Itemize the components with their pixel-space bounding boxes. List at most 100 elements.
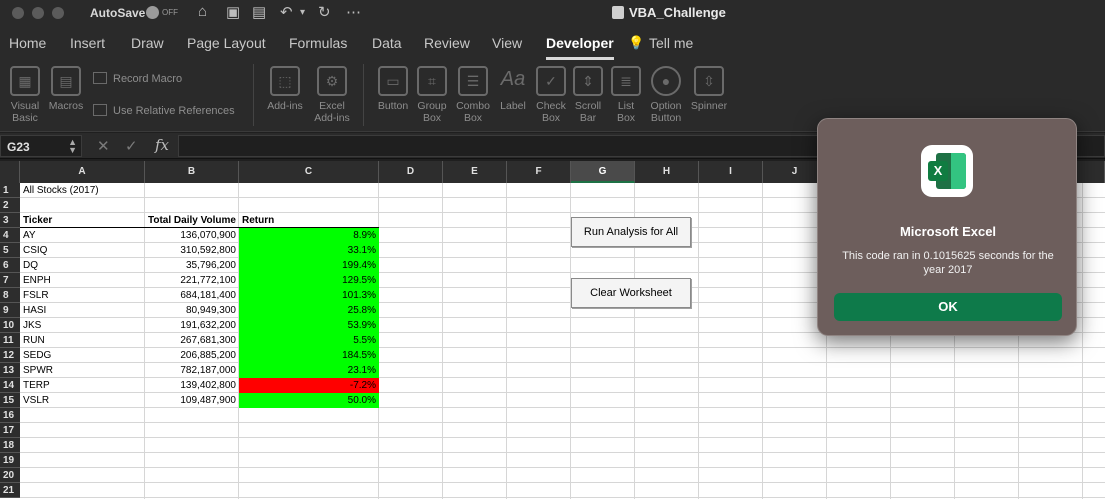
column-header-c[interactable]: C — [239, 161, 379, 183]
option-button-control[interactable]: ● Option Button — [646, 66, 686, 124]
row-header[interactable]: 19 — [0, 453, 20, 468]
row-header[interactable]: 14 — [0, 378, 20, 393]
tab-page-layout[interactable]: Page Layout — [187, 35, 266, 51]
volume-cell[interactable]: 206,885,200 — [145, 348, 239, 363]
volume-cell[interactable]: 80,949,300 — [145, 303, 239, 318]
ticker-cell[interactable]: RUN — [20, 333, 145, 348]
save-as-icon[interactable]: ▤ — [252, 3, 266, 21]
name-box[interactable]: G23 ▲ ▼ — [0, 135, 82, 157]
column-header-a[interactable]: A — [20, 161, 145, 183]
return-cell[interactable]: -7.2% — [239, 378, 379, 393]
row-header[interactable]: 6 — [0, 258, 20, 273]
return-cell[interactable]: 50.0% — [239, 393, 379, 408]
volume-cell[interactable]: 310,592,800 — [145, 243, 239, 258]
row-header[interactable]: 1 — [0, 183, 20, 198]
row-header[interactable]: 2 — [0, 198, 20, 213]
zoom-window-icon[interactable] — [52, 7, 64, 19]
autosave-toggle[interactable]: OFF — [146, 6, 180, 20]
row-header[interactable]: 5 — [0, 243, 20, 258]
add-ins-button[interactable]: ⬚ Add-ins — [263, 66, 307, 112]
tab-formulas[interactable]: Formulas — [289, 35, 347, 51]
row-header[interactable]: 18 — [0, 438, 20, 453]
return-cell[interactable]: 25.8% — [239, 303, 379, 318]
ticker-cell[interactable]: TERP — [20, 378, 145, 393]
row-header[interactable]: 11 — [0, 333, 20, 348]
volume-cell[interactable]: 191,632,200 — [145, 318, 239, 333]
return-cell[interactable]: 184.5% — [239, 348, 379, 363]
label-control[interactable]: Aa Label — [496, 66, 530, 112]
group-box-control[interactable]: ⌗ Group Box — [414, 66, 450, 124]
undo-icon[interactable]: ↶ — [280, 3, 293, 21]
header-ticker[interactable]: Ticker — [20, 213, 145, 228]
sheet-title[interactable]: All Stocks (2017) — [20, 183, 145, 198]
row-header[interactable]: 20 — [0, 468, 20, 483]
column-header-b[interactable]: B — [145, 161, 239, 183]
volume-cell[interactable]: 35,796,200 — [145, 258, 239, 273]
tab-draw[interactable]: Draw — [131, 35, 164, 51]
column-header-g[interactable]: G — [571, 161, 635, 183]
tab-home[interactable]: Home — [9, 35, 46, 51]
spinner-control[interactable]: ⇳ Spinner — [688, 66, 730, 112]
ticker-cell[interactable]: FSLR — [20, 288, 145, 303]
tab-view[interactable]: View — [492, 35, 522, 51]
ticker-cell[interactable]: SEDG — [20, 348, 145, 363]
column-header-f[interactable]: F — [507, 161, 571, 183]
ticker-cell[interactable]: SPWR — [20, 363, 145, 378]
return-cell[interactable]: 5.5% — [239, 333, 379, 348]
row-header[interactable]: 4 — [0, 228, 20, 243]
chevron-down-icon[interactable]: ▾ — [300, 7, 305, 18]
ticker-cell[interactable]: VSLR — [20, 393, 145, 408]
ticker-cell[interactable]: DQ — [20, 258, 145, 273]
tab-review[interactable]: Review — [424, 35, 470, 51]
combo-box-control[interactable]: ☰ Combo Box — [453, 66, 493, 124]
volume-cell[interactable]: 684,181,400 — [145, 288, 239, 303]
row-header[interactable]: 15 — [0, 393, 20, 408]
volume-cell[interactable]: 109,487,900 — [145, 393, 239, 408]
ticker-cell[interactable]: JKS — [20, 318, 145, 333]
return-cell[interactable]: 101.3% — [239, 288, 379, 303]
check-box-control[interactable]: ✓ Check Box — [532, 66, 570, 124]
row-header[interactable]: 21 — [0, 483, 20, 498]
tab-developer[interactable]: Developer — [546, 35, 614, 60]
run-analysis-button[interactable]: Run Analysis for All — [571, 217, 691, 247]
column-header-d[interactable]: D — [379, 161, 443, 183]
select-all-corner[interactable] — [0, 161, 20, 183]
volume-cell[interactable]: 782,187,000 — [145, 363, 239, 378]
row-header[interactable]: 13 — [0, 363, 20, 378]
ok-button[interactable]: OK — [834, 293, 1062, 321]
row-header[interactable]: 16 — [0, 408, 20, 423]
excel-add-ins-button[interactable]: ⚙ Excel Add-ins — [310, 66, 354, 124]
ticker-cell[interactable]: HASI — [20, 303, 145, 318]
return-cell[interactable]: 23.1% — [239, 363, 379, 378]
chevron-updown-icon[interactable]: ▲ ▼ — [68, 138, 77, 155]
record-macro-button[interactable]: Record Macro — [93, 72, 182, 85]
minimize-window-icon[interactable] — [32, 7, 44, 19]
redo-icon[interactable]: ↻ — [318, 3, 331, 21]
row-header[interactable]: 12 — [0, 348, 20, 363]
clear-worksheet-button[interactable]: Clear Worksheet — [571, 278, 691, 308]
tab-data[interactable]: Data — [372, 35, 402, 51]
return-cell[interactable]: 199.4% — [239, 258, 379, 273]
insert-function-icon[interactable]: fx — [155, 136, 169, 154]
row-header[interactable]: 17 — [0, 423, 20, 438]
visual-basic-button[interactable]: ▦ Visual Basic — [6, 66, 44, 124]
return-cell[interactable]: 129.5% — [239, 273, 379, 288]
use-relative-references-button[interactable]: Use Relative References — [93, 104, 235, 117]
volume-cell[interactable]: 221,772,100 — [145, 273, 239, 288]
list-box-control[interactable]: ≣ List Box — [608, 66, 644, 124]
confirm-icon[interactable]: ✓ — [125, 137, 138, 155]
tell-me-search[interactable]: Tell me — [649, 35, 693, 51]
more-icon[interactable]: ⋯ — [346, 3, 361, 21]
form-button-control[interactable]: ▭ Button — [373, 66, 413, 112]
return-cell[interactable]: 8.9% — [239, 228, 379, 243]
row-header[interactable]: 8 — [0, 288, 20, 303]
return-cell[interactable]: 33.1% — [239, 243, 379, 258]
volume-cell[interactable]: 136,070,900 — [145, 228, 239, 243]
column-header-i[interactable]: I — [699, 161, 763, 183]
return-cell[interactable]: 53.9% — [239, 318, 379, 333]
close-window-icon[interactable] — [12, 7, 24, 19]
home-icon[interactable]: ⌂ — [198, 3, 207, 20]
row-header[interactable]: 7 — [0, 273, 20, 288]
header-volume[interactable]: Total Daily Volume — [145, 213, 239, 228]
ticker-cell[interactable]: ENPH — [20, 273, 145, 288]
